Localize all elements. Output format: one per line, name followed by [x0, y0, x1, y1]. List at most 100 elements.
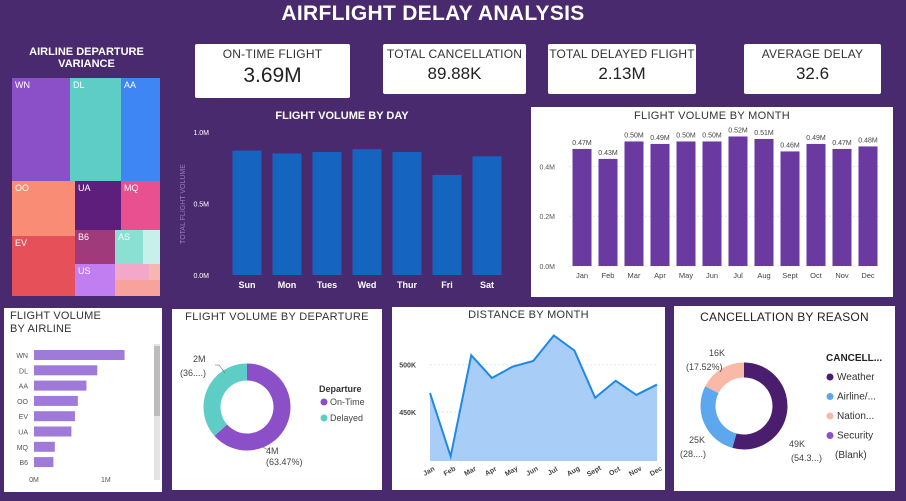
y-tick-label: MQ [17, 445, 29, 452]
y-tick-label: 450K [399, 410, 416, 417]
chart-volume-by-month: FLIGHT VOLUME BY MONTH 0.0M 0.2M 0.4M 0.47M… [531, 107, 893, 297]
y-tick-label: 500K [399, 363, 416, 370]
bar [272, 153, 302, 275]
data-label: 0.52M [728, 127, 748, 134]
legend-title: CANCELL... [826, 353, 882, 364]
y-tick-label: OO [17, 399, 28, 406]
chart-cancellation-by-reason: CANCELLATION BY REASON 16K (17.52%) 25K (28… [674, 306, 895, 491]
bar [392, 152, 422, 275]
bar [34, 365, 98, 376]
x-tick-label: Mar [463, 465, 478, 477]
data-label: 0.50M [702, 132, 722, 139]
treemap-tile-ua[interactable]: UA [75, 181, 121, 230]
data-label: 0.50M [624, 132, 644, 139]
x-tick-label: Oct [810, 271, 823, 280]
legend-label: Nation... [837, 411, 874, 422]
legend-label: Security [837, 431, 873, 442]
x-tick-label: 1M [101, 477, 111, 484]
pct-label: (17.52%) [686, 362, 723, 372]
scrollbar-thumb[interactable] [154, 346, 160, 416]
x-tick-label: Sun [239, 280, 256, 290]
treemap-tile-dl[interactable]: DL [70, 78, 121, 181]
cancellation-chart-svg: 16K (17.52%) 25K (28....) 49K (54.3...) CANCEL… [680, 348, 882, 463]
treemap-tile-small-1[interactable] [143, 230, 160, 264]
legend-label: Weather [837, 372, 875, 383]
data-label: 0.43M [598, 150, 618, 157]
legend-marker [826, 393, 834, 400]
kpi-label: ON-TIME FLIGHT [222, 47, 323, 61]
bar [702, 141, 722, 266]
bar [34, 411, 75, 422]
treemap-tile-mq[interactable]: MQ [121, 181, 160, 230]
x-tick-label: Sept [586, 465, 603, 479]
kpi-value: 32.6 [795, 64, 830, 83]
treemap-tile-small-4[interactable] [115, 280, 160, 296]
bar [312, 152, 342, 275]
bar [728, 136, 748, 266]
y-tick-label: B6 [19, 460, 28, 467]
treemap-tile-us[interactable]: US [75, 264, 115, 296]
legend-marker [826, 373, 834, 381]
bar [34, 441, 55, 452]
y-tick-label: WN [16, 353, 28, 360]
distance-chart-svg: 450K 500K Jan Feb Mar Apr May Jun Jul Aug Sept Oct N… [399, 334, 664, 479]
bar [676, 141, 696, 266]
legend-label: Airline/... [837, 392, 876, 403]
x-tick-label: Jan [576, 271, 588, 280]
treemap-tile-oo[interactable]: OO [12, 181, 75, 236]
bar [34, 395, 78, 406]
treemap-tile-b6[interactable]: B6 [75, 230, 115, 264]
area-fill [430, 335, 657, 461]
kpi-card-delayed: TOTAL DELAYED FLIGHT 2.13M [548, 44, 696, 94]
data-label: 0.49M [650, 135, 670, 142]
bar [780, 151, 800, 266]
x-tick-label: Nov [628, 465, 643, 478]
y-tick-label: EV [19, 414, 29, 421]
bar [34, 457, 54, 468]
kpi-label: AVERAGE DELAY [761, 47, 864, 61]
bar [832, 148, 852, 266]
x-tick-label: Aug [757, 271, 770, 280]
chart-volume-by-airline: FLIGHT VOLUME BY AIRLINE WN DL AA OO EV UA MQ B… [4, 308, 162, 492]
donut-slice [203, 363, 248, 436]
x-tick-label: Nov [835, 271, 849, 280]
legend-marker [826, 432, 834, 439]
y-tick-label: UA [18, 430, 28, 437]
donut-slice [705, 362, 745, 394]
x-tick-label: Feb [443, 466, 457, 478]
chart-title: FLIGHT VOLUME BY MONTH [634, 110, 790, 122]
scrollbar[interactable] [154, 344, 160, 480]
bar [806, 143, 826, 266]
treemap-tile-aa[interactable]: AA [121, 78, 160, 181]
x-tick-label: Dec [649, 465, 664, 478]
kpi-card-on-time: ON-TIME FLIGHT 3.69M [195, 44, 350, 98]
x-tick-label: Sat [480, 280, 494, 290]
x-tick-label: Feb [602, 271, 615, 280]
kpi-value: 3.69M [243, 64, 302, 87]
legend-marker [320, 398, 328, 406]
airline-treemap[interactable]: WN DL AA OO EV UA MQ B6 AS US [12, 78, 160, 296]
bar [754, 138, 774, 266]
bar [34, 350, 125, 360]
x-tick-label: Jun [525, 466, 539, 478]
legend-label: (Blank) [835, 450, 867, 461]
y-tick-label: 0.2M [539, 214, 555, 221]
x-tick-label: Jun [706, 271, 718, 280]
airline-chart-svg: WN DL AA OO EV UA MQ B6 0M 1M [16, 350, 125, 484]
chart-volume-by-departure: FLIGHT VOLUME BY DEPARTURE 4M (63.47%) 2M (… [172, 309, 382, 490]
treemap-tile-ev[interactable]: EV [12, 236, 75, 296]
bar [650, 143, 670, 266]
pct-label: (28....) [680, 449, 706, 459]
treemap-title: AIRLINE DEPARTURE VARIANCE [29, 46, 144, 70]
chart-title: FLIGHT VOLUME BY DEPARTURE [185, 311, 369, 323]
treemap-tile-small-3[interactable] [149, 264, 160, 280]
x-tick-label: Apr [484, 466, 498, 478]
treemap-tile-as[interactable]: AS [115, 230, 143, 264]
y-tick-label: 0.0M [193, 273, 209, 280]
x-tick-label: Jul [733, 271, 743, 280]
x-tick-label: Wed [358, 280, 377, 290]
x-tick-label: Sept [782, 271, 798, 280]
data-label: 0.47M [832, 140, 852, 147]
treemap-tile-wn[interactable]: WN [12, 78, 70, 181]
treemap-tile-small-2[interactable] [115, 264, 149, 280]
